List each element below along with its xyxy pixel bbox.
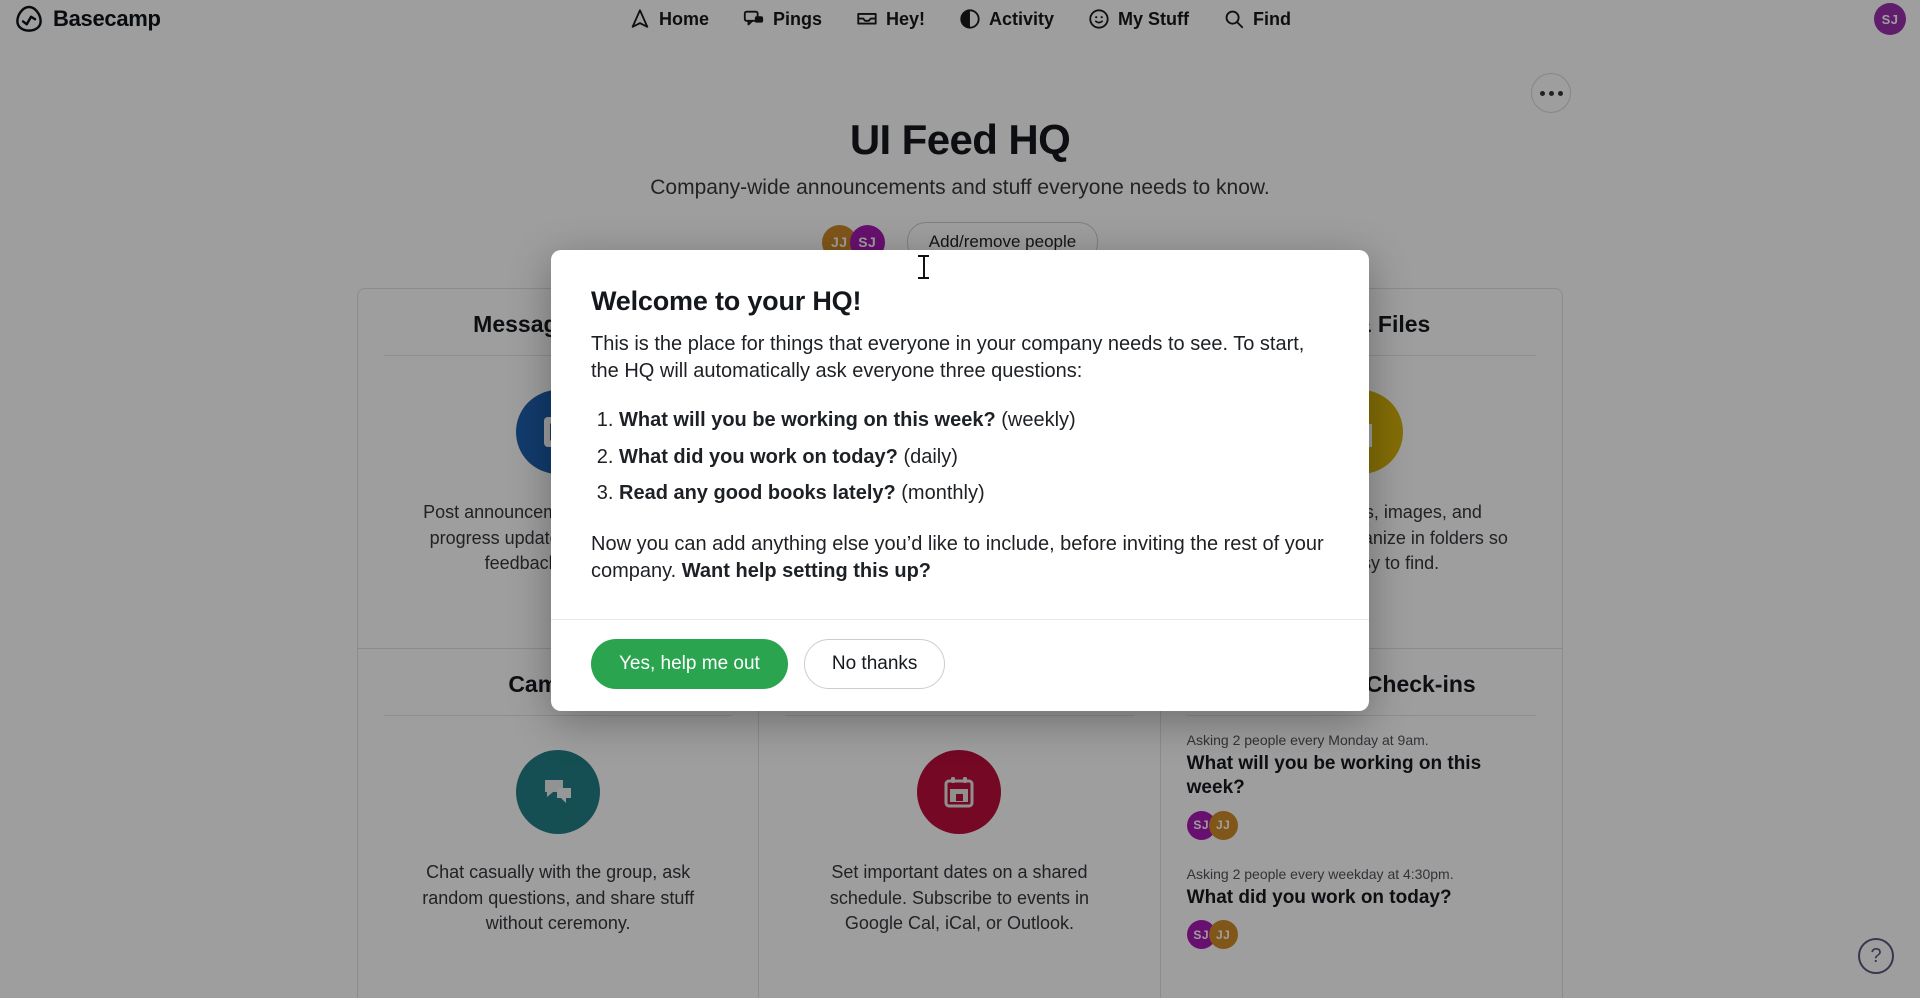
welcome-dialog-footer: Yes, help me out No thanks [551,619,1369,711]
question-mark-icon[interactable]: ? [1858,938,1894,974]
welcome-question-text: What did you work on today? [619,445,898,468]
text-cursor [918,255,929,279]
welcome-question-cadence: (weekly) [995,409,1076,432]
no-thanks-button[interactable]: No thanks [803,639,946,690]
welcome-outro-prompt: Want help setting this up? [681,560,932,583]
welcome-question-text: Read any good books lately? [619,481,896,504]
welcome-question-list: What will you be working on this week? (… [619,407,1329,507]
welcome-question-item: What did you work on today? (daily) [619,444,1329,471]
welcome-question-cadence: (monthly) [895,481,985,504]
welcome-question-cadence: (daily) [897,445,958,468]
welcome-dialog: Welcome to your HQ! This is the place fo… [551,250,1369,712]
welcome-question-item: Read any good books lately? (monthly) [619,480,1329,507]
welcome-question-item: What will you be working on this week? (… [619,407,1329,434]
yes-help-me-out-button[interactable]: Yes, help me out [591,639,788,690]
welcome-dialog-heading: Welcome to your HQ! [591,286,862,316]
welcome-dialog-intro: This is the place for things that everyo… [591,333,1305,383]
welcome-dialog-body: Welcome to your HQ! This is the place fo… [551,250,1369,619]
welcome-dialog-outro: Now you can add anything else you’d like… [591,531,1329,585]
welcome-question-text: What will you be working on this week? [619,409,996,432]
